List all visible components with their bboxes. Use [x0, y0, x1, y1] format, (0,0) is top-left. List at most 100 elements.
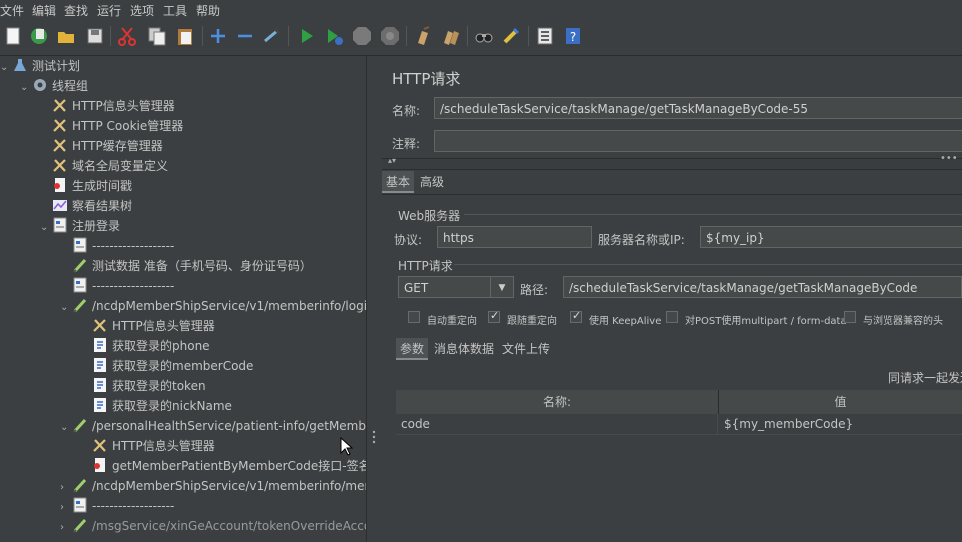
tab-advanced[interactable]: 高级 [416, 171, 448, 193]
name-field[interactable]: /scheduleTaskService/taskManage/getTaskM… [434, 97, 962, 119]
chevron-down-icon[interactable]: ⌄ [60, 298, 72, 318]
tree-item[interactable]: 察看结果树 [40, 196, 132, 216]
keepalive-checkbox[interactable] [570, 309, 582, 323]
chevron-right-icon[interactable]: › [60, 498, 72, 518]
clear-all-icon[interactable] [440, 25, 462, 47]
tree-item-label: HTTP信息头管理器 [112, 319, 215, 333]
templates-icon[interactable] [28, 25, 50, 47]
auto-redirect-checkbox[interactable] [408, 311, 420, 323]
menu-options[interactable]: 选项 [130, 2, 154, 19]
tree-item[interactable]: 域名全局变量定义 [40, 156, 168, 176]
keepalive-label: 使用 KeepAlive [589, 316, 662, 327]
multipart-checkbox[interactable] [666, 311, 678, 323]
tree-item-label: 获取登录的nickName [112, 399, 232, 413]
param-value-cell[interactable]: ${my_memberCode} [719, 414, 962, 434]
tab-basic[interactable]: 基本 [382, 171, 415, 193]
tree-item-label: 测试数据 准备（手机号码、身份证号码） [92, 259, 312, 273]
start-icon[interactable] [296, 25, 318, 47]
tree-item[interactable]: 获取登录的nickName [80, 396, 232, 416]
tree-item[interactable]: HTTP缓存管理器 [40, 136, 163, 156]
toggle-icon[interactable] [261, 25, 283, 47]
tree-item[interactable]: › /msgService/xinGeAccount/tokenOverrideA… [60, 516, 366, 536]
open-icon[interactable] [55, 25, 77, 47]
tree-item-label: /msgService/xinGeAccount/tokenOverrideAc… [92, 519, 366, 533]
controller-icon [72, 237, 88, 253]
menu-run[interactable]: 运行 [97, 2, 121, 19]
follow-redirect-checkbox[interactable] [488, 309, 500, 323]
tree-item[interactable]: ⌄ 注册登录 [40, 216, 120, 236]
new-icon[interactable] [2, 25, 24, 47]
tab-body-data[interactable]: 消息体数据 [430, 338, 498, 360]
tree-item[interactable]: 获取登录的phone [80, 336, 210, 356]
splitter-grip-icon[interactable] [372, 430, 376, 444]
save-icon[interactable] [84, 25, 106, 47]
menu-tools[interactable]: 工具 [163, 2, 187, 19]
collapse-arrows-icon[interactable]: ▴▾ [388, 156, 396, 165]
stop-icon[interactable] [351, 25, 373, 47]
comment-field[interactable] [434, 130, 962, 152]
tree-item-label: 察看结果树 [72, 199, 133, 213]
config-tools-icon [52, 157, 68, 173]
method-select[interactable]: GET ▼ [398, 276, 514, 298]
chevron-down-icon[interactable]: ▼ [490, 277, 513, 297]
tree-item[interactable]: ------------------- [60, 276, 174, 296]
tree-item[interactable]: ⌄ /ncdpMemberShipService/v1/memberinfo/lo… [60, 296, 366, 316]
tree-item[interactable]: HTTP信息头管理器 [80, 436, 215, 456]
chevron-down-icon[interactable]: ⌄ [60, 418, 72, 438]
tree-item-label: 获取登录的memberCode [112, 359, 254, 373]
config-tools-icon [52, 117, 68, 133]
shutdown-icon[interactable] [379, 25, 401, 47]
server-field[interactable]: ${my_ip} [700, 226, 962, 248]
tree-item-label: HTTP缓存管理器 [72, 139, 163, 153]
chevron-right-icon[interactable]: › [60, 518, 72, 538]
tree-item[interactable]: ⌄ 测试计划 [0, 56, 80, 76]
tree-item-label: 测试计划 [32, 59, 81, 73]
param-name-cell[interactable]: code [396, 414, 718, 434]
tree-item[interactable]: ------------------- [60, 236, 174, 256]
reset-search-icon[interactable] [500, 25, 522, 47]
column-header-value[interactable]: 值 [719, 390, 962, 414]
tab-parameters[interactable]: 参数 [396, 338, 429, 360]
tree-item[interactable]: ⌄ 线程组 [20, 76, 88, 96]
menu-edit[interactable]: 编辑 [32, 2, 56, 19]
tree-item[interactable]: 测试数据 准备（手机号码、身份证号码） [60, 256, 312, 276]
tree-item[interactable]: HTTP信息头管理器 [80, 316, 215, 336]
chevron-down-icon[interactable]: ⌄ [40, 218, 52, 238]
tree-item[interactable]: 获取登录的token [80, 376, 206, 396]
menu-search[interactable]: 查找 [64, 2, 88, 19]
paste-icon[interactable] [174, 25, 196, 47]
tree-item[interactable]: 生成时间戳 [40, 176, 132, 196]
function-helper-icon[interactable] [534, 25, 556, 47]
cut-icon[interactable] [116, 25, 138, 47]
tree-item[interactable]: HTTP信息头管理器 [40, 96, 175, 116]
tree-item[interactable]: HTTP Cookie管理器 [40, 116, 183, 136]
collapse-divider[interactable]: ▴▾ ••• [382, 153, 962, 170]
path-field[interactable]: /scheduleTaskService/taskManage/getTaskM… [563, 276, 962, 298]
menu-file[interactable]: 文件 [0, 2, 24, 19]
chevron-down-icon[interactable]: ⌄ [20, 78, 32, 98]
tree-item[interactable]: › /ncdpMemberShipService/v1/memberinfo/me… [60, 476, 366, 496]
tree-item-label: HTTP信息头管理器 [112, 439, 215, 453]
start-no-pause-icon[interactable] [323, 25, 345, 47]
http-request-legend: HTTP请求 [398, 259, 453, 273]
tree-item[interactable]: ⌄ /personalHealthService/patient-info/get… [60, 416, 366, 436]
chevron-down-icon[interactable]: ⌄ [0, 58, 12, 78]
expand-icon[interactable] [207, 25, 229, 47]
browser-headers-checkbox[interactable] [844, 311, 856, 323]
menu-help[interactable]: 帮助 [196, 2, 220, 19]
collapse-icon[interactable] [234, 25, 256, 47]
table-row[interactable]: code ${my_memberCode} [396, 414, 962, 435]
config-tools-icon [52, 137, 68, 153]
tree-item[interactable]: 获取登录的memberCode [80, 356, 253, 376]
column-header-name[interactable]: 名称: [396, 390, 719, 414]
protocol-field[interactable]: https [437, 226, 592, 248]
more-icon[interactable]: ••• [940, 153, 958, 164]
copy-icon[interactable] [146, 25, 168, 47]
tree-item[interactable]: › ------------------- [60, 496, 174, 516]
chevron-right-icon[interactable]: › [60, 478, 72, 498]
clear-icon[interactable] [412, 25, 434, 47]
tree-item[interactable]: getMemberPatientByMemberCode接口-签名 [80, 456, 366, 476]
search-icon[interactable] [473, 25, 495, 47]
help-icon[interactable]: ? [562, 25, 584, 47]
tab-file-upload[interactable]: 文件上传 [498, 338, 554, 360]
